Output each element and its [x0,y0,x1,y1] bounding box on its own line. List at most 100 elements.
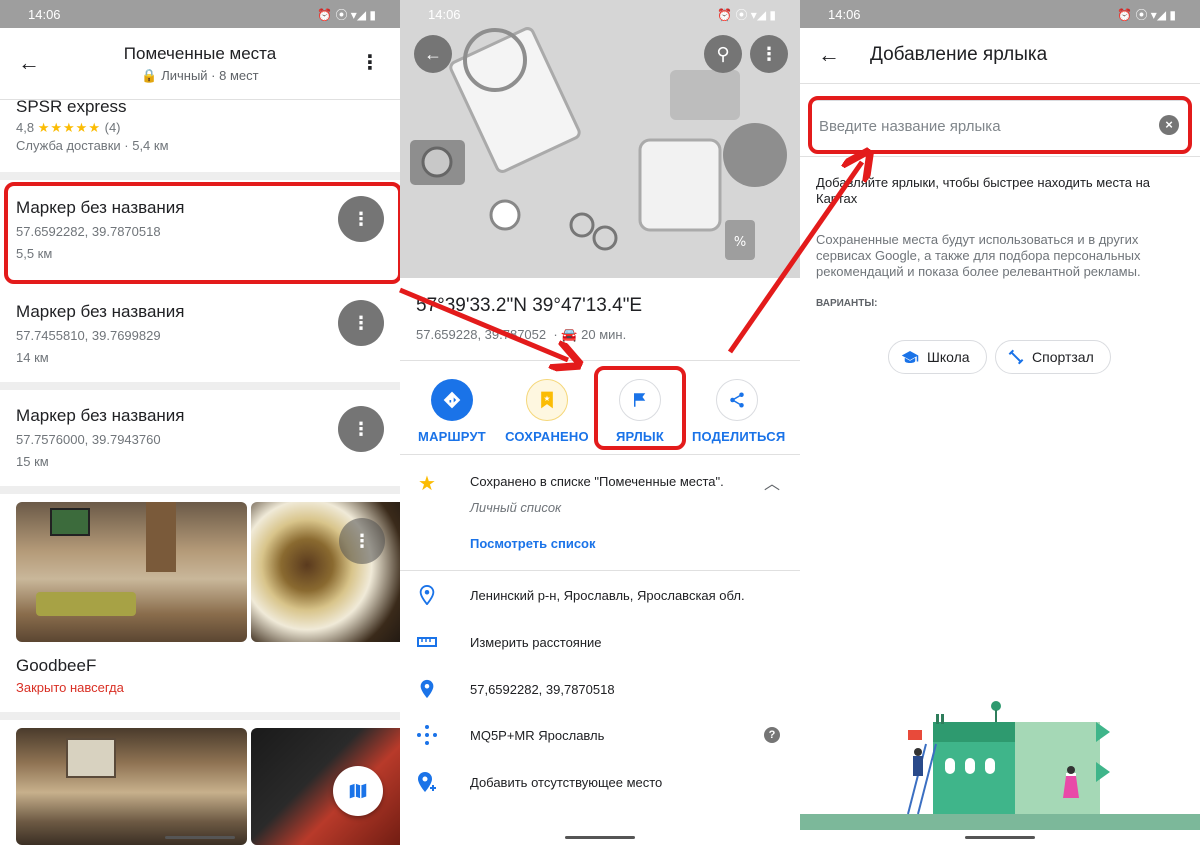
item-more-button[interactable]: ⋮ [338,406,384,452]
review-count: (4) [104,120,121,135]
star-rating-icon: ★★★★★ [37,120,101,135]
search-icon: ⚲ [716,43,730,64]
directions-button[interactable]: МАРШРУТ [407,379,497,444]
page-title: Добавление ярлыка [870,44,1048,65]
status-icons: ⏰ ⦿ ▾◢ ▮ [317,7,376,22]
list-item[interactable]: SPSR express 4,8 ★★★★★ (4) Служба достав… [0,97,400,172]
saved-places-screen: 14:06 ⏰ ⦿ ▾◢ ▮ ← Помеченные места 🔒 Личн… [0,0,400,845]
rating-value: 4,8 [16,120,35,135]
door [146,502,176,572]
add-place-row[interactable]: Добавить отсутствующее место [400,769,800,799]
back-arrow-icon: ← [424,43,442,64]
privacy-text: Сохраненные места будут использоваться и… [816,232,1141,279]
more-vert-icon: ⋮ [760,43,778,64]
page-title: Помеченные места [123,44,277,63]
place-photo[interactable] [16,502,247,642]
place-title: Маркер без названия [16,406,185,425]
divider [0,382,400,390]
plus-code-text: MQ5P+MR Ярославль [470,728,605,743]
map-icon [349,783,367,799]
place-photo[interactable] [16,728,247,845]
status-icons: ⏰ ⦿ ▾◢ ▮ [717,7,776,22]
search-button[interactable]: ⚲ [704,35,742,73]
school-icon [901,351,919,363]
closed-status: Закрыто навсегда [16,680,124,695]
chip-gym[interactable]: Спортзал [995,340,1111,374]
divider [0,486,400,494]
saved-button[interactable]: ★ СОХРАНЕНО [502,379,592,444]
status-icons: ⏰ ⦿ ▾◢ ▮ [1117,7,1176,22]
nav-handle [165,836,235,839]
place-distance: 15 км [16,454,49,469]
saved-label: СОХРАНЕНО [505,429,589,444]
svg-text:★: ★ [544,394,551,403]
chip-gym-label: Спортзал [1032,349,1094,365]
variants-label: ВАРИАНТЫ: [816,298,878,309]
add-label-screen: 14:06 ⏰ ⦿ ▾◢ ▮ ← Добавление ярлыка × Доб… [800,0,1200,845]
divider [0,172,400,180]
highlight-frame [594,366,686,450]
more-menu-button[interactable]: ⋮ [750,35,788,73]
measure-row[interactable]: Измерить расстояние [400,629,800,659]
coords-text: 57,6592282, 39,7870518 [470,682,615,697]
app-bar: ← Помеченные места 🔒 Личный · 8 мест ⋮ [0,28,400,100]
place-title: Маркер без названия [16,302,185,321]
place-distance: 14 км [16,350,49,365]
place-coordinates-subtitle: 57.659228, 39.787052 · 🚘 20 мин. [416,327,627,342]
hero-illustration: % [400,0,800,278]
highlight-frame [808,96,1192,154]
place-title: GoodbeeF [16,656,97,675]
place-photo[interactable]: ⋮ [251,502,400,642]
city-illustration [800,701,1200,830]
car-icon: 🚘 [561,327,578,342]
fitness-icon [1008,349,1024,365]
plus-code-row[interactable]: MQ5P+MR Ярославль ? [400,722,800,752]
map-view-button[interactable] [333,766,383,816]
illustration-graphic: % [400,0,800,278]
status-time: 14:06 [28,6,61,22]
address-row[interactable]: Ленинский р-н, Ярославль, Ярославская об… [400,582,800,612]
location-pin-filled-icon [416,678,438,700]
app-bar: ← Добавление ярлыка [800,28,1200,84]
saved-sub: Личный список [470,500,562,515]
highlight-frame [4,182,400,284]
status-time: 14:06 [428,6,461,22]
plus-code-icon [416,724,438,746]
place-coordinates-title: 57°39'33.2"N 39°47'13.4"E [416,295,643,316]
nav-handle [565,836,635,839]
add-location-icon [416,771,438,793]
status-bar: 14:06 ⏰ ⦿ ▾◢ ▮ [400,0,800,28]
status-bar: 14:06 ⏰ ⦿ ▾◢ ▮ [0,0,400,28]
back-button[interactable]: ← [414,35,452,73]
back-arrow-icon[interactable]: ← [818,42,840,68]
more-menu-icon[interactable]: ⋮ [360,50,380,75]
chip-school[interactable]: Школа [888,340,987,374]
saved-text: Сохранено в списке "Помеченные места". [470,474,724,489]
location-pin-icon [416,584,438,606]
nav-handle [965,836,1035,839]
decimal-coords: 57.659228, 39.787052 [416,327,547,342]
saved-list-row[interactable]: ★ Сохранено в списке "Помеченные места".… [400,466,800,570]
coords-row[interactable]: 57,6592282, 39,7870518 [400,676,800,706]
view-list-link[interactable]: Посмотреть список [470,536,596,551]
add-place-text: Добавить отсутствующее место [470,775,663,790]
status-bar: 14:06 ⏰ ⦿ ▾◢ ▮ [800,0,1200,28]
help-icon[interactable]: ? [764,727,780,743]
list-item[interactable]: Маркер без названия 57.7455810, 39.76998… [0,286,400,382]
directions-label: МАРШРУТ [418,429,486,444]
measure-text: Измерить расстояние [470,635,602,650]
divider [0,712,400,720]
list-item[interactable]: ⋮ GoodbeeF Закрыто навсегда [0,494,400,712]
share-icon [716,379,758,421]
item-more-button[interactable]: ⋮ [339,518,385,564]
list-item[interactable]: Маркер без названия 57.7576000, 39.79437… [0,390,400,486]
sofa [36,592,136,616]
place-coords: 57.7455810, 39.7699829 [16,328,161,343]
share-button[interactable]: ПОДЕЛИТЬСЯ [692,379,785,444]
place-title: SPSR express [16,97,127,116]
rating-line: 4,8 ★★★★★ (4) [16,120,121,136]
chevron-up-icon[interactable]: ︿ [764,470,780,494]
directions-icon [431,379,473,421]
list-meta: Личный · 8 мест [161,68,259,83]
item-more-button[interactable]: ⋮ [338,300,384,346]
